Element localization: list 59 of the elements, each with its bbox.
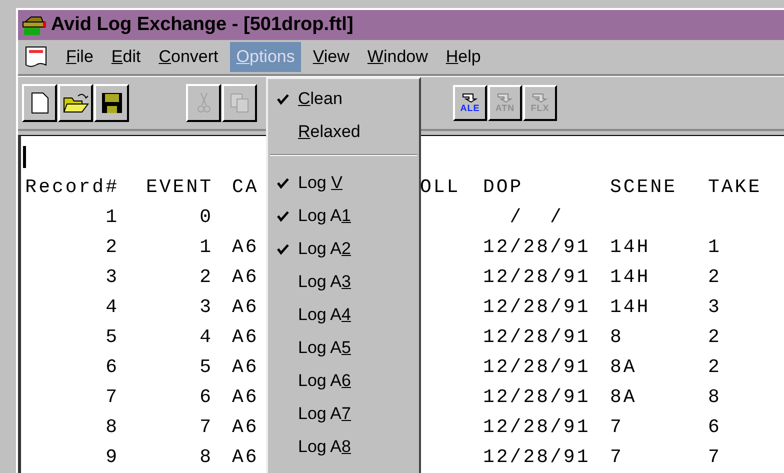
record-number: 5 [104, 326, 119, 348]
column-header: DOP [483, 176, 524, 198]
log-cell-text: 8 [198, 446, 213, 468]
record-number: 1 [104, 206, 119, 228]
log-cell-text: A6 [232, 386, 260, 408]
log-cell-text: 12/28/91 [483, 356, 592, 378]
log-cell-text: 2 [708, 266, 722, 288]
log-cell-text: 5 [198, 356, 213, 378]
log-cell-text: 3 [708, 296, 722, 318]
log-cell-text: A6 [232, 416, 260, 438]
record-number: 3 [104, 266, 119, 288]
log-cell-text: / / [508, 206, 564, 228]
log-cell-text: 14H [610, 236, 652, 258]
log-cell-text: 12/28/91 [483, 386, 592, 408]
log-cell-text: 12/28/91 [483, 416, 592, 438]
log-cell-text: 4 [198, 326, 213, 348]
log-cell-text: 7 [610, 446, 624, 468]
record-number: 4 [104, 296, 119, 318]
log-cell-text: 6 [198, 386, 213, 408]
log-cell-text: 12/28/91 [483, 446, 592, 468]
log-cell-text: 8A [610, 356, 638, 378]
log-cell-text: A6 [232, 236, 260, 258]
column-header: CA [232, 176, 260, 198]
window-title: Avid Log Exchange - [501drop.ftl] [51, 14, 354, 36]
log-cell-text: 12/28/91 [483, 266, 592, 288]
log-cell-text: 7 [198, 416, 213, 438]
log-cell-text: 2 [708, 326, 722, 348]
log-cell-text: 1 [198, 236, 213, 258]
log-cell-text: A6 [232, 326, 260, 348]
column-header: Record# [24, 176, 119, 198]
log-cell-text: A6 [232, 446, 260, 468]
record-number: 2 [104, 236, 119, 258]
log-cell-text: 14H [610, 266, 652, 288]
record-number: 8 [104, 416, 119, 438]
log-cell-text: 1 [708, 236, 722, 258]
column-header: OLL [420, 176, 462, 198]
log-cell-text: 3 [198, 296, 213, 318]
log-cell-text: A6 [232, 356, 260, 378]
column-header: SCENE [610, 176, 678, 198]
log-cell-text: 14H [610, 296, 652, 318]
log-cell-text: A6 [232, 296, 260, 318]
record-number: 7 [104, 386, 119, 408]
log-cell-text: 12/28/91 [483, 326, 592, 348]
log-cell-text: 7 [708, 446, 722, 468]
log-cell-text: 8 [708, 386, 722, 408]
log-cell-text: 6 [708, 416, 722, 438]
log-cell-text: 8A [610, 386, 638, 408]
record-number: 9 [104, 446, 119, 468]
column-header: EVENT [144, 176, 213, 198]
log-cell-text: 7 [610, 416, 624, 438]
column-header: TAKE [708, 176, 763, 198]
log-cell-text: A6 [232, 266, 260, 288]
record-number: 6 [104, 356, 119, 378]
log-cell-text: 8 [610, 326, 624, 348]
log-cell-text: 12/28/91 [483, 296, 592, 318]
log-cell-text: 0 [198, 206, 213, 228]
log-cell-text: 2 [198, 266, 213, 288]
log-cell-text: 12/28/91 [483, 236, 592, 258]
log-cell-text: 2 [708, 356, 722, 378]
